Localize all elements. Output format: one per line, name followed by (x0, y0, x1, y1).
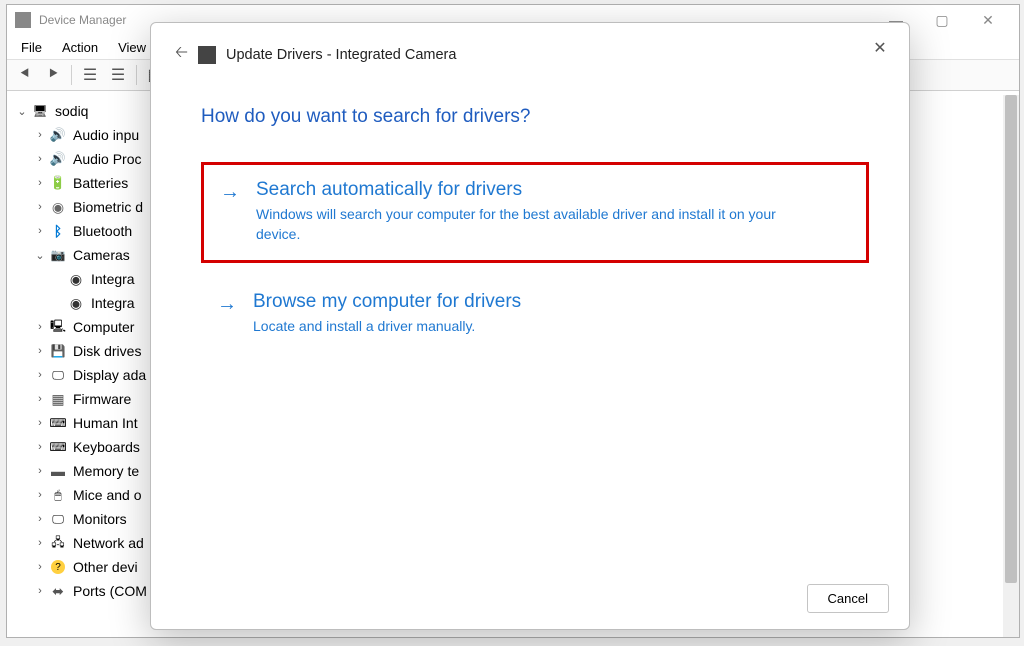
webcam-icon (67, 270, 85, 288)
dialog-back-button[interactable]: 🡠 (175, 41, 188, 68)
arrow-icon: → (217, 293, 239, 337)
menu-file[interactable]: File (13, 38, 50, 57)
speaker-icon (49, 150, 67, 168)
forward-button[interactable]: ⯈ (41, 63, 65, 87)
cancel-button[interactable]: Cancel (807, 584, 889, 613)
scrollbar[interactable] (1003, 95, 1019, 637)
option2-title: Browse my computer for drivers (253, 291, 853, 313)
display-icon (49, 366, 67, 384)
human-icon (49, 414, 67, 432)
keyboard-icon (49, 438, 67, 456)
dialog-close-button[interactable]: ✕ (865, 33, 895, 63)
dialog-title: How do you want to search for drivers? (151, 76, 909, 148)
battery-icon (49, 174, 67, 192)
toolbar-icon-2[interactable]: ☰ (106, 63, 130, 87)
menu-action[interactable]: Action (54, 38, 106, 57)
option1-title: Search automatically for drivers (256, 179, 850, 201)
app-icon (15, 12, 31, 28)
browse-computer-option[interactable]: → Browse my computer for drivers Locate … (201, 277, 869, 353)
fingerprint-icon (49, 198, 67, 216)
network-icon (49, 534, 67, 552)
close-button[interactable]: ✕ (965, 5, 1011, 35)
webcam-icon (67, 294, 85, 312)
computer2-icon (49, 318, 67, 336)
dialog-header-text: Update Drivers - Integrated Camera (226, 47, 457, 63)
other-icon (49, 558, 67, 576)
back-button[interactable]: ⯇ (13, 63, 37, 87)
bluetooth-icon (49, 222, 67, 240)
arrow-icon: → (220, 181, 242, 244)
option1-desc: Windows will search your computer for th… (256, 205, 776, 244)
monitor-icon (49, 510, 67, 528)
mouse-icon (49, 486, 67, 504)
search-automatically-option[interactable]: → Search automatically for drivers Windo… (201, 162, 869, 263)
camera-icon (49, 246, 67, 264)
disk-icon (49, 342, 67, 360)
computer-icon (31, 102, 49, 120)
firmware-icon (49, 390, 67, 408)
ports-icon (49, 582, 67, 600)
toolbar-icon-1[interactable]: ☰ (78, 63, 102, 87)
speaker-icon (49, 126, 67, 144)
menu-view[interactable]: View (110, 38, 154, 57)
tree-root-label: sodiq (55, 103, 88, 119)
update-drivers-dialog: ✕ 🡠 Update Drivers - Integrated Camera H… (150, 22, 910, 630)
option2-desc: Locate and install a driver manually. (253, 317, 773, 337)
device-icon (198, 46, 216, 64)
memory-icon (49, 462, 67, 480)
maximize-button[interactable]: ▢ (919, 5, 965, 35)
